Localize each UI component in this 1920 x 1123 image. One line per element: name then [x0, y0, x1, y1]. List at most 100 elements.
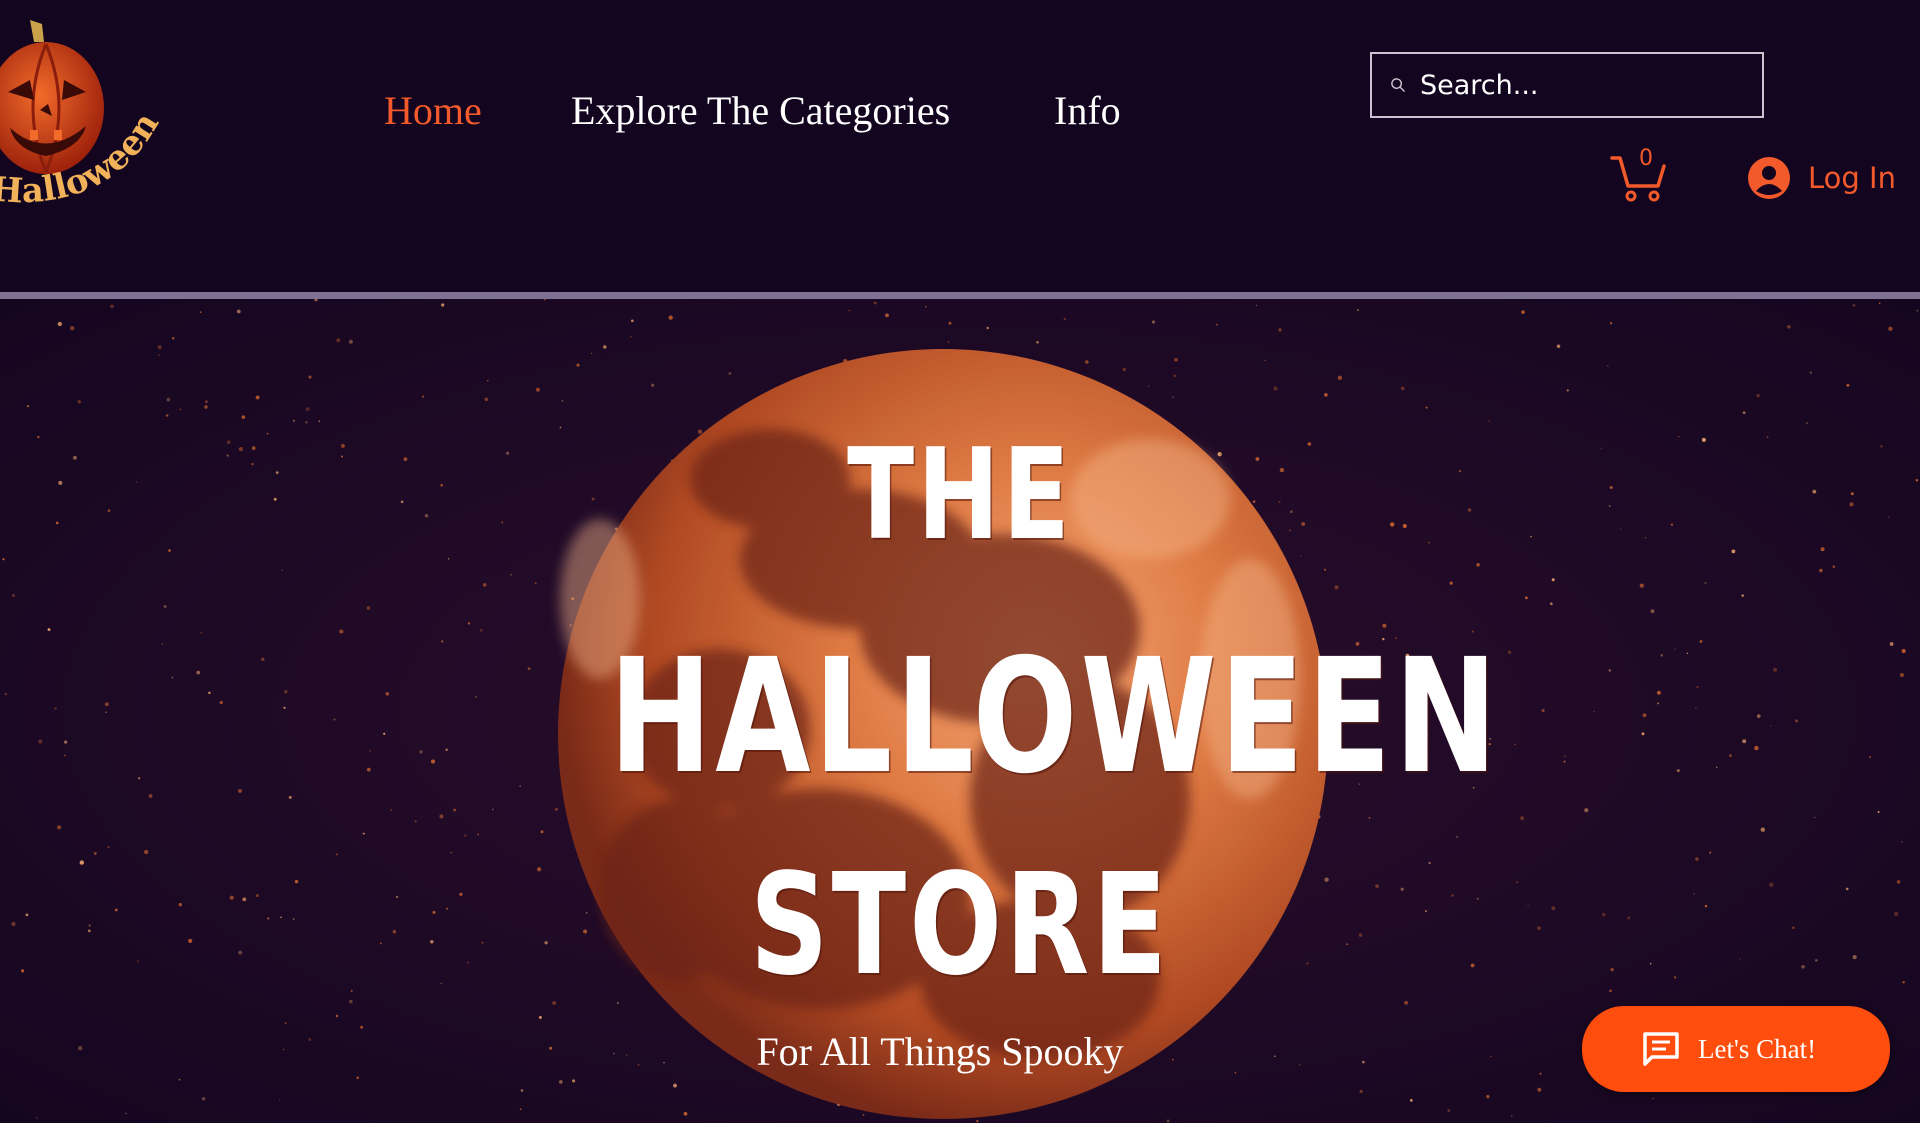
star-speck: [54, 707, 57, 710]
hero-tagline: For All Things Spooky: [756, 1029, 1124, 1074]
star-speck: [1769, 882, 1774, 887]
star-speck: [506, 451, 510, 455]
star-speck: [459, 892, 463, 896]
star-speck: [453, 808, 457, 812]
star-speck: [1670, 523, 1674, 526]
chat-button[interactable]: Let's Chat!: [1582, 1006, 1890, 1092]
star-speck: [1402, 523, 1407, 529]
star-speck: [1899, 673, 1904, 677]
star-speck: [1792, 926, 1795, 930]
star-speck: [590, 352, 593, 355]
star-speck: [219, 700, 223, 705]
nav-item-home[interactable]: Home: [384, 84, 482, 138]
star-speck: [1676, 769, 1680, 773]
star-speck: [1852, 304, 1856, 307]
star-speck: [976, 1119, 979, 1123]
hero-title-line-1: THE: [847, 421, 1073, 568]
star-speck: [77, 400, 81, 404]
star-speck: [390, 809, 392, 811]
star-speck: [1290, 510, 1293, 514]
star-speck: [63, 754, 66, 757]
star-speck: [178, 1078, 181, 1081]
star-speck: [273, 497, 277, 501]
star-speck: [87, 929, 91, 933]
star-speck: [1639, 583, 1644, 588]
star-speck: [1901, 648, 1906, 654]
cart-button[interactable]: 0: [1610, 146, 1666, 202]
star-speck: [1832, 565, 1836, 568]
star-speck: [538, 1015, 542, 1019]
star-speck: [229, 895, 234, 900]
star-speck: [335, 853, 338, 856]
star-speck: [848, 309, 850, 312]
star-speck: [445, 748, 448, 751]
star-speck: [683, 1111, 688, 1116]
star-speck: [1424, 910, 1427, 913]
star-speck: [36, 1117, 38, 1119]
star-speck: [1902, 980, 1905, 984]
star-speck: [2, 558, 5, 561]
star-speck: [873, 301, 877, 305]
star-speck: [527, 667, 531, 671]
search-box[interactable]: [1370, 52, 1764, 118]
star-speck: [336, 338, 341, 343]
star-speck: [255, 893, 259, 898]
star-speck: [281, 569, 284, 571]
star-speck: [1375, 884, 1379, 888]
star-speck: [242, 897, 247, 902]
star-speck: [536, 867, 542, 872]
star-speck: [1451, 894, 1454, 897]
login-button[interactable]: Log In: [1748, 155, 1896, 201]
star-speck: [204, 405, 208, 409]
star-speck: [986, 326, 989, 330]
star-speck: [1359, 1089, 1363, 1093]
star-speck: [1507, 650, 1512, 655]
star-speck: [1488, 420, 1491, 422]
star-speck: [1539, 1072, 1542, 1075]
nav-item-info[interactable]: Info: [1054, 84, 1121, 138]
star-speck: [424, 513, 429, 518]
star-speck: [255, 395, 260, 400]
star-speck: [1686, 652, 1689, 655]
star-speck: [1516, 881, 1519, 884]
star-speck: [166, 397, 171, 402]
star-speck: [157, 345, 162, 350]
star-speck: [1427, 541, 1431, 544]
star-speck: [1520, 816, 1525, 821]
star-speck: [1556, 344, 1561, 348]
star-speck: [161, 643, 163, 645]
star-speck: [1742, 411, 1746, 415]
search-input[interactable]: [1420, 69, 1762, 101]
star-speck: [862, 1113, 865, 1116]
star-speck: [236, 309, 241, 314]
star-speck: [1852, 955, 1857, 960]
nav-item-explore-categories[interactable]: Explore The Categories: [571, 84, 950, 138]
star-speck: [158, 354, 161, 357]
star-speck: [1674, 648, 1676, 650]
star-speck: [441, 303, 445, 307]
star-speck: [57, 825, 62, 830]
star-speck: [1551, 578, 1555, 582]
star-speck: [430, 940, 434, 944]
star-speck: [616, 1002, 619, 1004]
star-speck: [1537, 1087, 1542, 1092]
star-speck: [572, 1079, 576, 1083]
star-speck: [1849, 502, 1854, 507]
star-speck: [335, 1014, 339, 1018]
star-speck: [288, 795, 292, 799]
star-speck: [4, 692, 7, 696]
star-speck: [447, 557, 450, 560]
star-speck: [1216, 323, 1218, 326]
star-speck: [64, 740, 68, 744]
site-logo[interactable]: Halloween Store: [0, 0, 180, 230]
star-speck: [1400, 386, 1405, 391]
star-speck: [1404, 1000, 1409, 1005]
star-speck: [1739, 958, 1741, 960]
star-speck: [166, 414, 169, 417]
star-speck: [1754, 745, 1759, 751]
star-speck: [1900, 841, 1903, 843]
star-speck: [238, 446, 244, 452]
star-speck: [251, 446, 256, 450]
star-speck: [1846, 384, 1850, 387]
star-speck: [1650, 609, 1655, 614]
